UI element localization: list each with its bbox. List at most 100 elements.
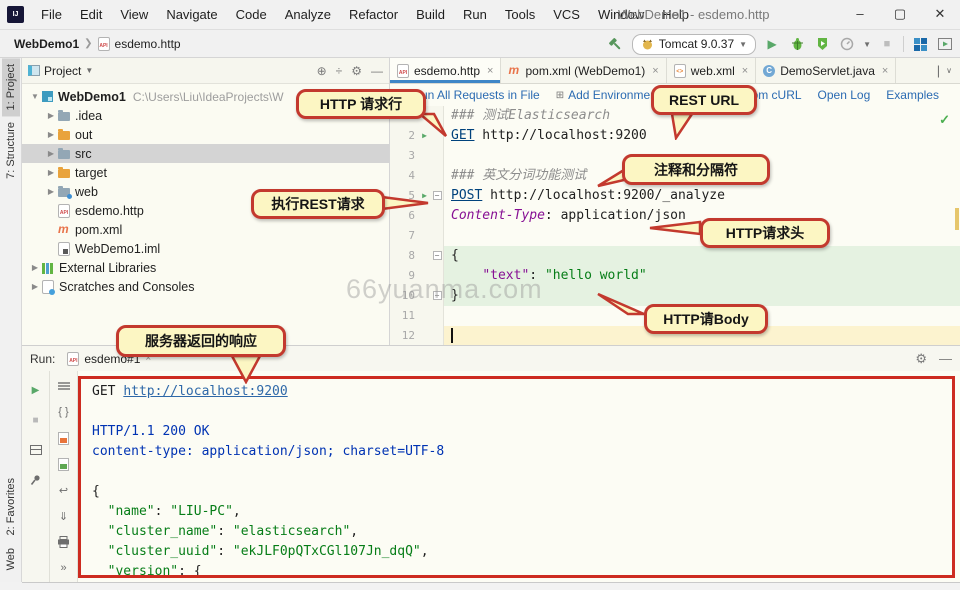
close-tab-icon[interactable]: ×: [742, 65, 748, 77]
menu-refactor[interactable]: Refactor: [340, 0, 407, 29]
menu-view[interactable]: View: [111, 0, 157, 29]
build-hammer-icon[interactable]: [607, 35, 625, 53]
tree-item-pom-xml[interactable]: pom.xml: [22, 220, 389, 239]
chevron-collapsed-icon[interactable]: ▶: [28, 263, 42, 272]
tree-item-target[interactable]: ▶target: [22, 163, 389, 182]
menu-vcs[interactable]: VCS: [544, 0, 589, 29]
debug-bug-icon[interactable]: [788, 35, 806, 53]
run-button[interactable]: ▶: [763, 35, 781, 53]
run-configuration-select[interactable]: Tomcat 9.0.37 ▼: [632, 34, 756, 55]
tab-web-xml[interactable]: web.xml×: [667, 58, 756, 83]
scroll-to-end-icon[interactable]: ⇓: [55, 507, 73, 525]
breadcrumb-project[interactable]: WebDemo1: [14, 37, 79, 51]
tree-item-label: pom.xml: [75, 223, 122, 237]
chevron-collapsed-icon[interactable]: ▶: [44, 168, 58, 177]
hidden-tabs-control[interactable]: |∨: [929, 58, 960, 83]
menu-build[interactable]: Build: [407, 0, 454, 29]
environment-icon: ⊞: [556, 90, 564, 101]
locate-file-icon[interactable]: ⊕: [317, 64, 327, 78]
minimize-button[interactable]: –: [840, 0, 880, 30]
folder-icon: [58, 150, 70, 159]
tab-pom-xml-webdemo1[interactable]: pom.xml (WebDemo1)×: [501, 58, 666, 83]
menu-run[interactable]: Run: [454, 0, 496, 29]
project-panel-title[interactable]: Project: [44, 64, 81, 78]
menu-edit[interactable]: Edit: [71, 0, 111, 29]
console-line-9: "cluster_uuid": "ekJLF0pQTxCGl107Jn_dqQ"…: [92, 542, 960, 562]
tree-item-src[interactable]: ▶src: [22, 144, 389, 163]
menu-file[interactable]: File: [32, 0, 71, 29]
more-options-icon[interactable]: »: [55, 559, 73, 577]
response-file-green-icon[interactable]: [55, 455, 73, 473]
fold-minus-icon[interactable]: −: [433, 191, 442, 200]
tree-item-out[interactable]: ▶out: [22, 125, 389, 144]
run-settings-gear-icon[interactable]: ⚙: [915, 351, 927, 367]
fold-minus-icon[interactable]: −: [433, 251, 442, 260]
toolwindow-project-button[interactable]: 1: Project: [2, 58, 20, 116]
tree-item-webdemo1-iml[interactable]: WebDemo1.iml: [22, 239, 389, 258]
chevron-collapsed-icon[interactable]: ▶: [44, 130, 58, 139]
code-line-5[interactable]: 5▶−POST http://localhost:9200/_analyze: [390, 186, 960, 206]
fold-marker-icon[interactable]: −: [431, 286, 444, 306]
run-console[interactable]: GET http://localhost:9200HTTP/1.1 200 OK…: [78, 371, 960, 582]
maximize-button[interactable]: ▢: [880, 0, 920, 30]
fold-minus-icon[interactable]: −: [433, 291, 442, 300]
breadcrumb-file[interactable]: esdemo.http: [115, 37, 181, 51]
menu-tools[interactable]: Tools: [496, 0, 544, 29]
code-line-text: POST http://localhost:9200/_analyze: [444, 186, 960, 206]
chevron-collapsed-icon[interactable]: ▶: [28, 282, 42, 291]
code-line-8[interactable]: 8−{: [390, 246, 960, 266]
tab-demoservlet-java[interactable]: DemoServlet.java×: [756, 58, 896, 83]
response-file-orange-icon[interactable]: [55, 429, 73, 447]
print-icon[interactable]: [55, 533, 73, 551]
console-line-1: GET http://localhost:9200: [92, 382, 960, 402]
close-tab-icon[interactable]: ×: [652, 65, 658, 77]
chevron-down-icon[interactable]: ∨: [946, 66, 952, 75]
folder-ex-icon: [58, 131, 70, 140]
coverage-icon[interactable]: [813, 35, 831, 53]
response-url-link[interactable]: http://localhost:9200: [123, 384, 287, 399]
close-button[interactable]: ✕: [920, 0, 960, 30]
pin-tab-icon[interactable]: [27, 471, 45, 489]
hide-run-panel-icon[interactable]: —: [939, 351, 952, 367]
http-action-examples[interactable]: Examples: [886, 88, 939, 102]
profiler-chevron-icon[interactable]: ▼: [863, 40, 871, 49]
chevron-expanded-icon[interactable]: ▼: [28, 92, 42, 101]
chevron-collapsed-icon[interactable]: ▶: [44, 111, 58, 120]
code-line-10[interactable]: 10−}: [390, 286, 960, 306]
project-panel-chevron-icon[interactable]: ▼: [85, 66, 93, 75]
console-settings-icon[interactable]: [55, 377, 73, 395]
chevron-collapsed-icon[interactable]: ▶: [44, 187, 58, 196]
braces-view-icon[interactable]: { }: [55, 403, 73, 421]
fold-marker-icon[interactable]: −: [431, 186, 444, 206]
tab-esdemo-http[interactable]: esdemo.http×: [390, 58, 501, 83]
close-tab-icon[interactable]: ×: [487, 65, 493, 77]
fold-column: [431, 266, 444, 286]
toolwindow-web-button[interactable]: Web: [2, 542, 20, 576]
scratch-icon: [42, 280, 54, 294]
collapse-all-icon[interactable]: ÷: [336, 64, 343, 78]
run-configuration-label: Tomcat 9.0.37: [659, 37, 734, 51]
toolwindow-structure-button[interactable]: 7: Structure: [2, 116, 20, 185]
menu-analyze[interactable]: Analyze: [276, 0, 340, 29]
panel-settings-gear-icon[interactable]: ⚙: [351, 64, 362, 78]
hide-panel-icon[interactable]: —: [371, 64, 383, 78]
tree-item-scratches-and-consoles[interactable]: ▶Scratches and Consoles: [22, 277, 389, 296]
close-tab-icon[interactable]: ×: [882, 65, 888, 77]
toolwindow-favorites-button[interactable]: 2: Favorites: [2, 472, 20, 541]
menu-navigate[interactable]: Navigate: [157, 0, 226, 29]
run-window-icon[interactable]: [936, 35, 954, 53]
soft-wrap-icon[interactable]: ↩: [55, 481, 73, 499]
rerun-button[interactable]: ▶: [27, 381, 45, 399]
restore-layout-icon[interactable]: [27, 441, 45, 459]
profiler-icon[interactable]: [838, 35, 856, 53]
code-line-9[interactable]: 9 "text": "hello world": [390, 266, 960, 286]
chevron-collapsed-icon[interactable]: ▶: [44, 149, 58, 158]
tree-item-external-libraries[interactable]: ▶External Libraries: [22, 258, 389, 277]
folder-ex-icon: [58, 169, 70, 178]
fold-marker-icon[interactable]: −: [431, 246, 444, 266]
http-action-open-log[interactable]: Open Log: [818, 88, 871, 102]
menu-code[interactable]: Code: [227, 0, 276, 29]
callout-rest-url: REST URL: [651, 85, 757, 115]
console-segment: "cluster_name": [108, 524, 218, 539]
services-grid-icon[interactable]: [911, 35, 929, 53]
